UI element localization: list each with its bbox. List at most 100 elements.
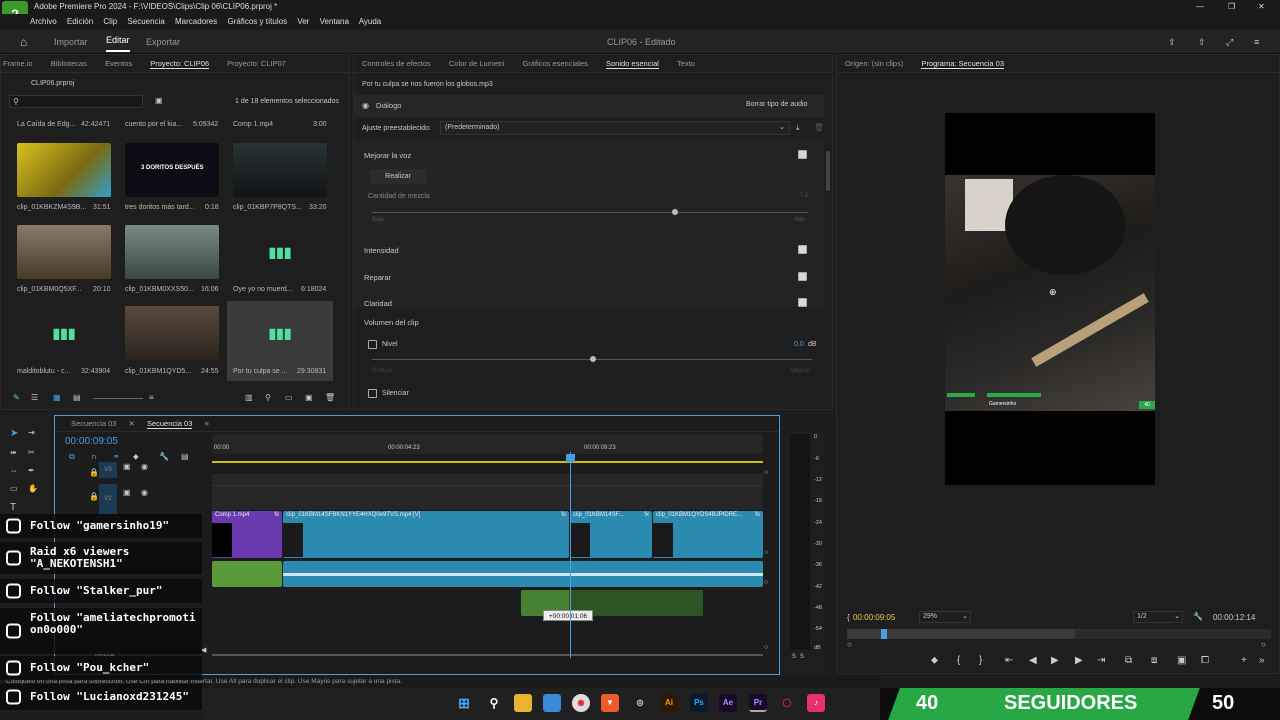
search-icon[interactable]: ⚲: [485, 694, 503, 712]
playhead-handle[interactable]: [566, 454, 575, 462]
delete-preset-icon[interactable]: 🗑: [814, 123, 824, 132]
compare-icon[interactable]: ⧠: [1201, 655, 1209, 666]
minimize-icon[interactable]: —: [1196, 0, 1204, 14]
menu-ventana[interactable]: Ventana: [320, 17, 349, 26]
mix-amount-knob[interactable]: [672, 209, 678, 215]
item-name[interactable]: Comp 1.mp4: [233, 121, 273, 128]
menu-clip[interactable]: Clip: [103, 17, 117, 26]
audio-clip[interactable]: [212, 561, 282, 587]
mute-checkbox[interactable]: [368, 389, 377, 398]
play-icon[interactable]: ▶: [1051, 655, 1059, 666]
solo-button[interactable]: S: [800, 654, 804, 660]
item-name[interactable]: clip_01KBM1QYD5...: [125, 368, 191, 375]
tab-sequence-03-active[interactable]: Secuencia 03: [146, 419, 193, 429]
wrench-icon[interactable]: 🔧: [1193, 612, 1203, 621]
repair-checkbox[interactable]: [798, 272, 807, 281]
tab-sequence-03[interactable]: Secuencia 03: [71, 419, 116, 428]
mark-in-icon[interactable]: {: [957, 655, 960, 666]
settings-wrench-icon[interactable]: 🔧: [159, 452, 169, 461]
thumbnail[interactable]: [17, 225, 111, 279]
solo-button[interactable]: S: [792, 654, 796, 660]
scrubber-playhead[interactable]: [881, 629, 887, 639]
eye-icon[interactable]: ◉: [141, 462, 148, 471]
close-icon[interactable]: ✕: [1258, 0, 1265, 14]
eye-icon[interactable]: ◉: [141, 488, 148, 497]
level-knob[interactable]: [590, 356, 596, 362]
photos-icon[interactable]: [543, 694, 561, 712]
tab-proyecto-clip06[interactable]: Proyecto: CLIP06: [150, 59, 210, 69]
thumbnail[interactable]: [125, 306, 219, 360]
find-icon[interactable]: ⚲: [265, 393, 271, 402]
item-name[interactable]: tres doritos más tard...: [125, 204, 195, 211]
windows-start-icon[interactable]: ⊞: [455, 694, 473, 712]
snap-icon[interactable]: ∩: [91, 452, 97, 461]
item-name[interactable]: malditoblutu - c...: [17, 368, 70, 375]
more-icon[interactable]: »: [1259, 655, 1265, 666]
item-name[interactable]: clip_01KBKZM4S9B...: [17, 204, 86, 211]
tab-bibliotecas[interactable]: Bibliotecas: [51, 59, 87, 68]
menu-archivo[interactable]: Archivo: [30, 17, 57, 26]
pencil-icon[interactable]: ✎: [13, 393, 20, 402]
tab-graficos-esenciales[interactable]: Gráficos esenciales: [522, 59, 587, 68]
insert-icon[interactable]: ⧉: [1125, 655, 1132, 666]
quick-export-icon[interactable]: ⇪: [1168, 30, 1176, 54]
video-clip[interactable]: clip_01KBM14SF... fx: [570, 511, 652, 558]
playhead-line[interactable]: [570, 452, 571, 658]
thumbnail[interactable]: 3 DORITOS DESPUÉS: [125, 143, 219, 197]
maximize-icon[interactable]: ❐: [1228, 0, 1235, 14]
track-select-icon[interactable]: ⇥: [28, 428, 35, 437]
opera-icon[interactable]: ◯: [778, 694, 796, 712]
chrome-icon[interactable]: ◉: [572, 694, 590, 712]
thumbnail[interactable]: [233, 143, 327, 197]
file-explorer-icon[interactable]: [514, 694, 532, 712]
item-name[interactable]: clip_01KBP7P8QTS...: [233, 204, 302, 211]
project-search-input[interactable]: ⚲: [9, 95, 143, 108]
item-name[interactable]: clip_01KBM0Q5XF...: [17, 286, 82, 293]
video-clip[interactable]: Comp 1.mp4 fx: [212, 511, 282, 558]
camera-icon[interactable]: ▣: [1177, 655, 1186, 666]
work-area-bar[interactable]: [212, 461, 763, 463]
item-name[interactable]: cuento por el kia...: [125, 121, 182, 128]
list-view-icon[interactable]: ☰: [31, 393, 38, 402]
item-name[interactable]: Oye yo no muerd...: [233, 286, 293, 293]
pen-icon[interactable]: ✒: [28, 466, 35, 475]
thumbnail[interactable]: ▮▮▮: [233, 225, 327, 279]
fullscreen-icon[interactable]: ⤢: [1226, 30, 1233, 54]
video-clip[interactable]: clip_01KBM1QYDS4BJPIDRE... fx: [653, 511, 763, 558]
clear-audio-type-button[interactable]: Borrar tipo de audio: [746, 101, 807, 108]
menu-secuencia[interactable]: Secuencia: [127, 17, 164, 26]
tab-proyecto-clip07[interactable]: Proyecto: CLIP07: [227, 59, 286, 68]
thumbnail[interactable]: [17, 143, 111, 197]
obs-icon[interactable]: ◎: [631, 694, 649, 712]
tab-sonido-esencial[interactable]: Sonido esencial: [605, 59, 659, 69]
automate-icon[interactable]: ▥: [245, 393, 253, 402]
share-icon[interactable]: ⇧: [1198, 30, 1206, 54]
tab-exportar[interactable]: Exportar: [146, 30, 180, 54]
zoom-slider[interactable]: [93, 398, 143, 399]
menu-marcadores[interactable]: Marcadores: [175, 17, 217, 26]
type-tool-icon[interactable]: T: [10, 502, 16, 513]
premiere-icon[interactable]: Pr: [749, 694, 767, 712]
program-timecode[interactable]: 00:00:09:05: [853, 613, 895, 622]
nest-icon[interactable]: ⧉: [69, 452, 75, 462]
lock-icon[interactable]: 🔒: [89, 492, 99, 501]
hand-icon[interactable]: ✋: [28, 484, 38, 493]
tab-programa[interactable]: Programa: Secuencia 03: [921, 59, 1005, 69]
audio-clip[interactable]: [283, 561, 763, 587]
preset-select[interactable]: (Predeterminado) ⌄: [440, 121, 790, 135]
overwrite-icon[interactable]: ⧈: [1151, 655, 1157, 666]
tab-eventos[interactable]: Eventos: [105, 59, 132, 68]
tab-controles-efectos[interactable]: Controles de efectos: [362, 59, 431, 68]
selection-tool-icon[interactable]: ➤: [10, 428, 18, 439]
video-clip[interactable]: clip_01KBM14SFBKN1YYE4HXQ0e9TVS.mp4 [V] …: [283, 511, 569, 558]
mix-amount-slider[interactable]: [372, 212, 808, 213]
after-effects-icon[interactable]: Ae: [719, 694, 737, 712]
sync-lock-icon[interactable]: ▣: [123, 488, 131, 497]
thumbnail[interactable]: ▮▮▮: [17, 306, 111, 360]
tab-texto[interactable]: Texto: [677, 59, 695, 68]
tiktok-icon[interactable]: ♪: [807, 694, 825, 712]
sync-lock-icon[interactable]: ▣: [123, 462, 131, 471]
tab-color-lumetri[interactable]: Color de Lumetri: [449, 59, 504, 68]
home-icon[interactable]: ⌂: [20, 30, 27, 54]
step-forward-icon[interactable]: ▶: [1075, 655, 1083, 666]
